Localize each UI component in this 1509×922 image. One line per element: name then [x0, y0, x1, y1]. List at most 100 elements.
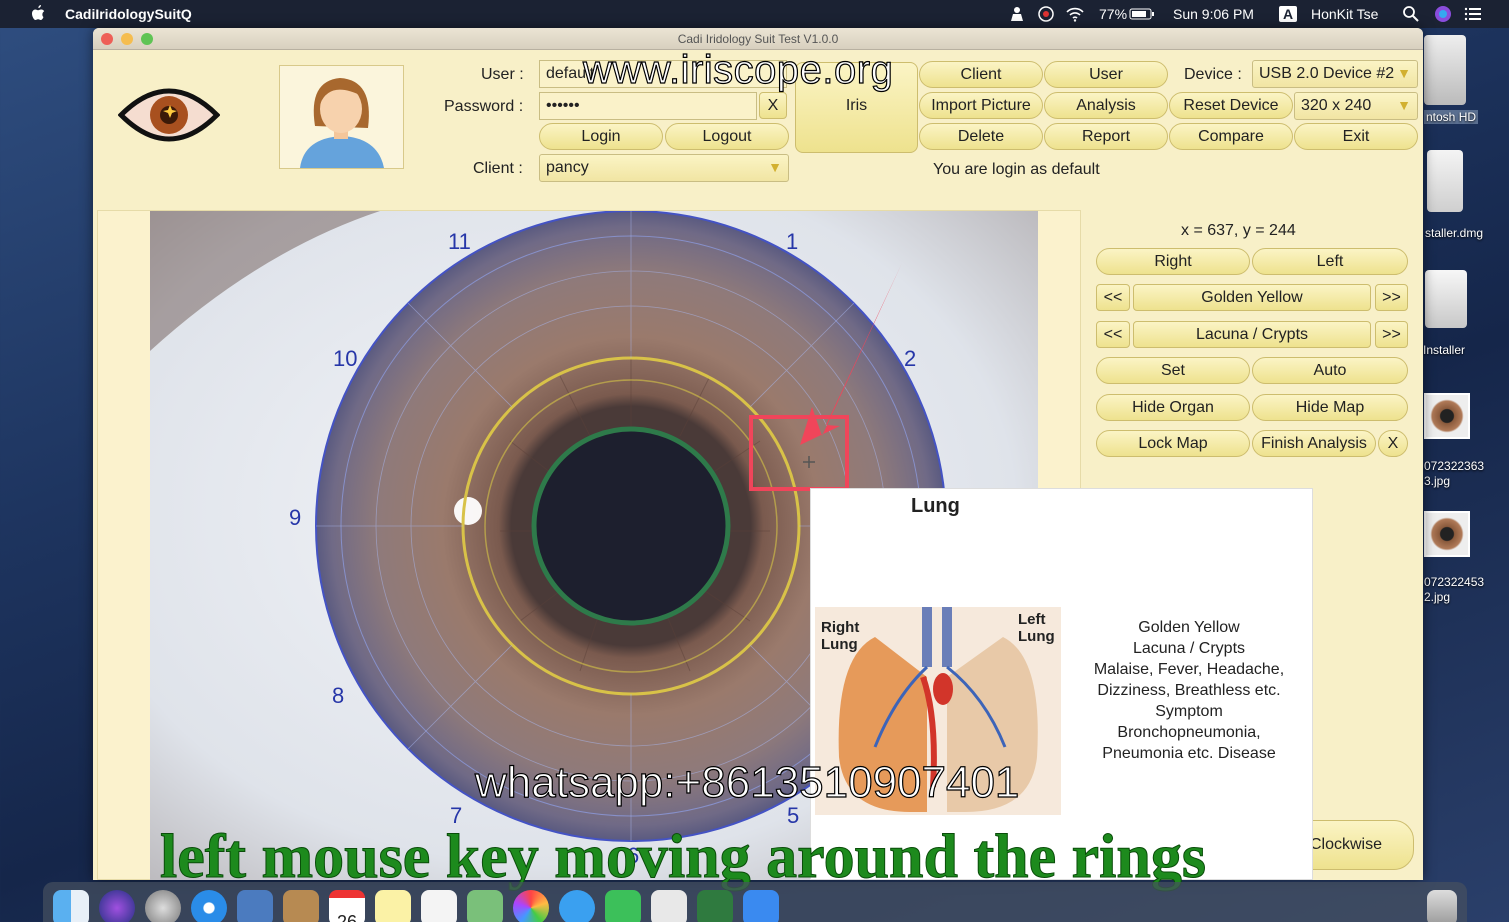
- logout-button[interactable]: Logout: [665, 123, 789, 150]
- app-window: Cadi Iridology Suit Test V1.0.0 User : d…: [93, 28, 1423, 880]
- client-value: pancy: [546, 159, 589, 176]
- messages-icon[interactable]: [559, 890, 595, 922]
- prev-color-button[interactable]: <<: [1096, 284, 1130, 311]
- client-dropdown[interactable]: pancy ▼: [539, 154, 789, 182]
- apple-icon[interactable]: [30, 4, 46, 22]
- resolution-dropdown[interactable]: 320 x 240 ▼: [1294, 92, 1418, 120]
- device-dropdown[interactable]: USB 2.0 Device #2 ▼: [1252, 60, 1418, 88]
- input-source[interactable]: A: [1279, 6, 1298, 22]
- photo-viewer-icon[interactable]: [237, 890, 273, 922]
- sign-selector[interactable]: Lacuna / Crypts: [1133, 321, 1371, 348]
- siri-icon[interactable]: [1434, 5, 1452, 23]
- compare-button[interactable]: Compare: [1169, 123, 1293, 150]
- next-sign-button[interactable]: >>: [1375, 321, 1408, 348]
- desktop-icon-label: ntosh HD: [1424, 110, 1479, 124]
- desktop-icon-dmg[interactable]: staller.dmg: [1425, 150, 1483, 240]
- contacts-icon[interactable]: [283, 890, 319, 922]
- coordinates-readout: x = 637, y = 244: [1181, 222, 1296, 239]
- calendar-icon[interactable]: 26: [329, 890, 365, 922]
- description-line: Dizziness, Breathless etc.: [1097, 682, 1281, 699]
- login-status: You are login as default: [933, 161, 1100, 178]
- zoom-window-button[interactable]: [141, 33, 153, 45]
- notes-icon[interactable]: [375, 890, 411, 922]
- client-label: Client :: [473, 160, 523, 177]
- set-button[interactable]: Set: [1096, 357, 1250, 384]
- device-value: USB 2.0 Device #2: [1259, 65, 1395, 82]
- resolution-value: 320 x 240: [1301, 97, 1372, 114]
- left-eye-button[interactable]: Left: [1252, 248, 1408, 275]
- battery-percent: 77%: [1099, 6, 1128, 22]
- chevron-down-icon: ▼: [1397, 97, 1411, 113]
- eye-logo-icon: [118, 88, 220, 142]
- exit-button[interactable]: Exit: [1294, 123, 1418, 150]
- close-analysis-button[interactable]: X: [1378, 430, 1408, 457]
- import-picture-button[interactable]: Import Picture: [919, 92, 1043, 119]
- trash-icon[interactable]: [1427, 890, 1457, 922]
- reset-device-button[interactable]: Reset Device: [1169, 92, 1293, 119]
- organ-title: Lung: [911, 495, 960, 517]
- user-button[interactable]: User: [1044, 61, 1168, 88]
- finish-analysis-button[interactable]: Finish Analysis: [1252, 430, 1376, 457]
- lock-map-button[interactable]: Lock Map: [1096, 430, 1250, 457]
- hide-organ-button[interactable]: Hide Organ: [1096, 394, 1250, 421]
- finder-icon[interactable]: [53, 890, 89, 922]
- left-lung-label: Left Lung: [1018, 611, 1055, 645]
- avatar[interactable]: [279, 65, 404, 169]
- user-name[interactable]: HonKit Tse: [1311, 6, 1378, 22]
- launchpad-icon[interactable]: [145, 890, 181, 922]
- minimize-window-button[interactable]: [121, 33, 133, 45]
- close-window-button[interactable]: [101, 33, 113, 45]
- user-person-icon[interactable]: [1008, 5, 1026, 23]
- report-button[interactable]: Report: [1044, 123, 1168, 150]
- window-title: Cadi Iridology Suit Test V1.0.0: [677, 32, 839, 46]
- client-button[interactable]: Client: [919, 61, 1043, 88]
- numbers-icon[interactable]: [697, 890, 733, 922]
- safari-icon[interactable]: [191, 890, 227, 922]
- password-label: Password :: [444, 98, 524, 115]
- color-selector[interactable]: Golden Yellow: [1133, 284, 1371, 311]
- facetime-icon[interactable]: [605, 890, 641, 922]
- user-avatar-icon: [300, 78, 384, 168]
- right-lung-label: Right Lung: [821, 619, 860, 653]
- battery-icon[interactable]: [1129, 5, 1155, 23]
- installer-drive-icon: [1425, 270, 1467, 328]
- keynote-icon[interactable]: [743, 890, 779, 922]
- auto-button[interactable]: Auto: [1252, 357, 1408, 384]
- next-color-button[interactable]: >>: [1375, 284, 1408, 311]
- user-label: User :: [481, 66, 524, 83]
- clock[interactable]: Sun 9:06 PM: [1173, 6, 1254, 22]
- description-line: Bronchopneumonia,: [1117, 724, 1261, 741]
- photos-icon[interactable]: [513, 890, 549, 922]
- analysis-button[interactable]: Analysis: [1044, 92, 1168, 119]
- clock-number-9: 9: [289, 505, 301, 530]
- siri-icon[interactable]: [99, 890, 135, 922]
- desktop-icon-photo1[interactable]: 072322363 3.jpg: [1424, 393, 1484, 488]
- browser-icon[interactable]: [1037, 5, 1055, 23]
- password-field[interactable]: ••••••: [539, 92, 757, 120]
- hide-map-button[interactable]: Hide Map: [1252, 394, 1408, 421]
- disk-image-icon: [1427, 150, 1463, 212]
- preview-icon[interactable]: [651, 890, 687, 922]
- description-line: Lacuna / Crypts: [1132, 640, 1246, 657]
- menu-bar: CadiIridologySuitQ 77% Sun 9:06 PM A Hon…: [0, 0, 1509, 28]
- description-line: Malaise, Fever, Headache,: [1093, 661, 1285, 678]
- delete-button[interactable]: Delete: [919, 123, 1043, 150]
- clear-password-button[interactable]: X: [759, 92, 787, 119]
- reminders-icon[interactable]: [421, 890, 457, 922]
- login-button[interactable]: Login: [539, 123, 663, 150]
- desktop-icon-installer[interactable]: Installer: [1423, 270, 1467, 357]
- prev-sign-button[interactable]: <<: [1096, 321, 1130, 348]
- title-bar[interactable]: Cadi Iridology Suit Test V1.0.0: [93, 28, 1423, 50]
- desktop-icon-hd[interactable]: ntosh HD: [1424, 35, 1479, 124]
- desktop-icon-photo2[interactable]: 072322453 2.jpg: [1424, 511, 1484, 604]
- right-eye-button[interactable]: Right: [1096, 248, 1250, 275]
- search-icon[interactable]: [1402, 5, 1420, 23]
- iris-thumbnail-icon: [1424, 393, 1470, 439]
- wifi-icon[interactable]: [1066, 5, 1084, 23]
- clock-number-10: 10: [333, 346, 357, 371]
- notification-center-icon[interactable]: [1464, 5, 1482, 23]
- app-menu-name[interactable]: CadiIridologySuitQ: [65, 6, 192, 22]
- clock-number-11: 11: [448, 229, 471, 254]
- device-label: Device :: [1184, 66, 1242, 83]
- maps-icon[interactable]: [467, 890, 503, 922]
